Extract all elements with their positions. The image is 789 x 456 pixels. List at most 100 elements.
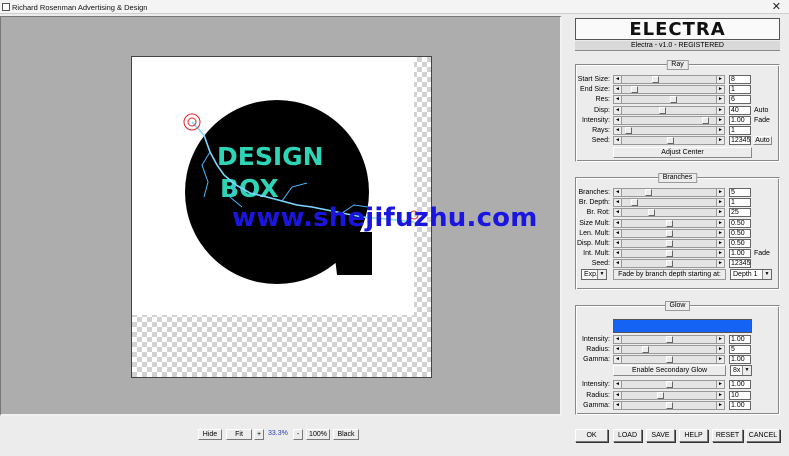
glow-secondary-intensity-slider[interactable]: ◄ ►	[613, 380, 725, 389]
glow-primary-intensity-slider[interactable]: ◄ ►	[613, 335, 725, 344]
arrow-right-icon[interactable]: ►	[716, 356, 724, 363]
branches-int-mult-value-field[interactable]: 1.00	[729, 249, 751, 259]
arrow-left-icon[interactable]: ◄	[614, 137, 622, 145]
branches-seed-value-field[interactable]: 12345	[729, 259, 751, 269]
glow-secondary-gamma-slider[interactable]: ◄ ►	[613, 401, 725, 410]
arrow-left-icon[interactable]: ◄	[614, 336, 622, 343]
branches-seed-slider[interactable]: ◄ ►	[613, 259, 725, 269]
branches-br-rot-value-field[interactable]: 25	[729, 208, 751, 218]
arrow-left-icon[interactable]: ◄	[614, 199, 622, 207]
black-background-button[interactable]: Black	[333, 429, 359, 440]
branches-branches-slider[interactable]: ◄ ►	[613, 188, 725, 197]
ray-intensity-value-field[interactable]: 1.00	[729, 115, 751, 125]
glow-color-swatch[interactable]	[613, 319, 752, 333]
zoom-out-button[interactable]: -	[293, 429, 303, 440]
arrow-left-icon[interactable]: ◄	[614, 356, 622, 363]
close-icon[interactable]: ✕	[772, 0, 781, 14]
arrow-right-icon[interactable]: ►	[716, 381, 724, 388]
ray-end-size-value-field[interactable]: 1	[729, 85, 751, 95]
arrow-right-icon[interactable]: ►	[716, 127, 724, 134]
arrow-right-icon[interactable]: ►	[716, 209, 724, 217]
arrow-right-icon[interactable]: ►	[716, 189, 724, 196]
actual-size-button[interactable]: 100%	[306, 429, 330, 440]
arrow-right-icon[interactable]: ►	[716, 137, 724, 145]
ray-seed-value-field[interactable]: 12345	[729, 136, 751, 146]
branches-size-mult-slider-thumb[interactable]	[666, 219, 673, 227]
ray-disp-value-field[interactable]: 40	[729, 105, 751, 115]
arrow-left-icon[interactable]: ◄	[614, 106, 622, 114]
ray-rays-value-field[interactable]: 1	[729, 126, 751, 135]
arrow-right-icon[interactable]: ►	[716, 76, 724, 83]
arrow-right-icon[interactable]: ►	[716, 402, 724, 409]
help-button[interactable]: HELP	[679, 429, 708, 442]
glow-secondary-radius-slider[interactable]: ◄ ►	[613, 390, 725, 400]
hide-button[interactable]: Hide	[198, 429, 222, 440]
branches-int-mult-slider[interactable]: ◄ ►	[613, 249, 725, 259]
arrow-right-icon[interactable]: ►	[716, 86, 724, 94]
arrow-left-icon[interactable]: ◄	[614, 86, 622, 94]
ray-start-size-slider[interactable]: ◄ ►	[613, 75, 725, 84]
arrow-left-icon[interactable]: ◄	[614, 116, 622, 124]
branches-branches-value-field[interactable]: 5	[729, 188, 751, 197]
branches-size-mult-value-field[interactable]: 0.50	[729, 218, 751, 228]
glow-secondary-radius-slider-thumb[interactable]	[657, 391, 664, 399]
reset-button[interactable]: RESET	[712, 429, 743, 442]
arrow-right-icon[interactable]: ►	[716, 106, 724, 114]
branches-len-mult-slider-thumb[interactable]	[666, 229, 673, 237]
branches-disp-mult-slider-thumb[interactable]	[666, 240, 673, 247]
zoom-in-button[interactable]: +	[254, 429, 264, 440]
load-button[interactable]: LOAD	[613, 429, 642, 442]
arrow-left-icon[interactable]: ◄	[614, 96, 622, 104]
ray-disp-slider[interactable]: ◄ ►	[613, 105, 725, 115]
arrow-right-icon[interactable]: ►	[716, 250, 724, 258]
arrow-left-icon[interactable]: ◄	[614, 209, 622, 217]
ray-end-size-slider[interactable]: ◄ ►	[613, 85, 725, 95]
branches-disp-mult-slider[interactable]: ◄ ►	[613, 239, 725, 248]
arrow-left-icon[interactable]: ◄	[614, 229, 622, 237]
glow-primary-gamma-slider[interactable]: ◄ ►	[613, 355, 725, 364]
arrow-right-icon[interactable]: ►	[716, 219, 724, 227]
ray-intensity-fade-label[interactable]: Fade	[754, 117, 770, 124]
arrow-left-icon[interactable]: ◄	[614, 391, 622, 399]
ray-seed-slider-thumb[interactable]	[667, 137, 674, 145]
adjust-center-button[interactable]: Adjust Center	[613, 147, 752, 158]
arrow-left-icon[interactable]: ◄	[614, 76, 622, 83]
ray-seed-slider[interactable]: ◄ ►	[613, 136, 725, 146]
arrow-right-icon[interactable]: ►	[716, 229, 724, 237]
branches-br-depth-value-field[interactable]: 1	[729, 198, 751, 208]
arrow-left-icon[interactable]: ◄	[614, 260, 622, 268]
arrow-right-icon[interactable]: ►	[716, 240, 724, 247]
branches-seed-slider-thumb[interactable]	[666, 260, 673, 268]
glow-primary-radius-slider[interactable]: ◄ ►	[613, 345, 725, 354]
ray-start-size-slider-thumb[interactable]	[652, 76, 659, 83]
save-button[interactable]: SAVE	[646, 429, 675, 442]
branches-br-depth-slider-thumb[interactable]	[631, 199, 638, 207]
glow-secondary-gamma-value-field[interactable]: 1.00	[729, 401, 751, 410]
branches-branches-slider-thumb[interactable]	[645, 189, 652, 196]
arrow-left-icon[interactable]: ◄	[614, 402, 622, 409]
ray-disp-auto-label[interactable]: Auto	[754, 107, 768, 114]
ray-intensity-slider[interactable]: ◄ ►	[613, 115, 725, 125]
branches-br-rot-slider-thumb[interactable]	[648, 209, 655, 217]
ray-end-size-slider-thumb[interactable]	[631, 86, 638, 94]
branches-size-mult-slider[interactable]: ◄ ►	[613, 218, 725, 228]
branches-int-mult-fade-label[interactable]: Fade	[754, 250, 770, 257]
ray-res-value-field[interactable]: 6	[729, 95, 751, 105]
ray-res-slider[interactable]: ◄ ►	[613, 95, 725, 105]
glow-primary-gamma-slider-thumb[interactable]	[666, 356, 673, 363]
ray-intensity-slider-thumb[interactable]	[702, 116, 709, 124]
arrow-left-icon[interactable]: ◄	[614, 127, 622, 134]
glow-primary-radius-slider-thumb[interactable]	[642, 346, 649, 353]
arrow-left-icon[interactable]: ◄	[614, 240, 622, 247]
arrow-right-icon[interactable]: ►	[716, 391, 724, 399]
depth-select[interactable]: Depth 1 ▼	[730, 269, 772, 280]
secondary-glow-select[interactable]: 8x ▼	[730, 365, 752, 376]
ray-seed-auto-button[interactable]: Auto	[753, 136, 772, 146]
cancel-button[interactable]: CANCEL	[746, 429, 780, 442]
branches-br-depth-slider[interactable]: ◄ ►	[613, 198, 725, 208]
branches-br-rot-slider[interactable]: ◄ ►	[613, 208, 725, 218]
glow-secondary-intensity-slider-thumb[interactable]	[666, 381, 673, 388]
arrow-left-icon[interactable]: ◄	[614, 189, 622, 196]
glow-secondary-gamma-slider-thumb[interactable]	[666, 402, 673, 409]
arrow-left-icon[interactable]: ◄	[614, 250, 622, 258]
